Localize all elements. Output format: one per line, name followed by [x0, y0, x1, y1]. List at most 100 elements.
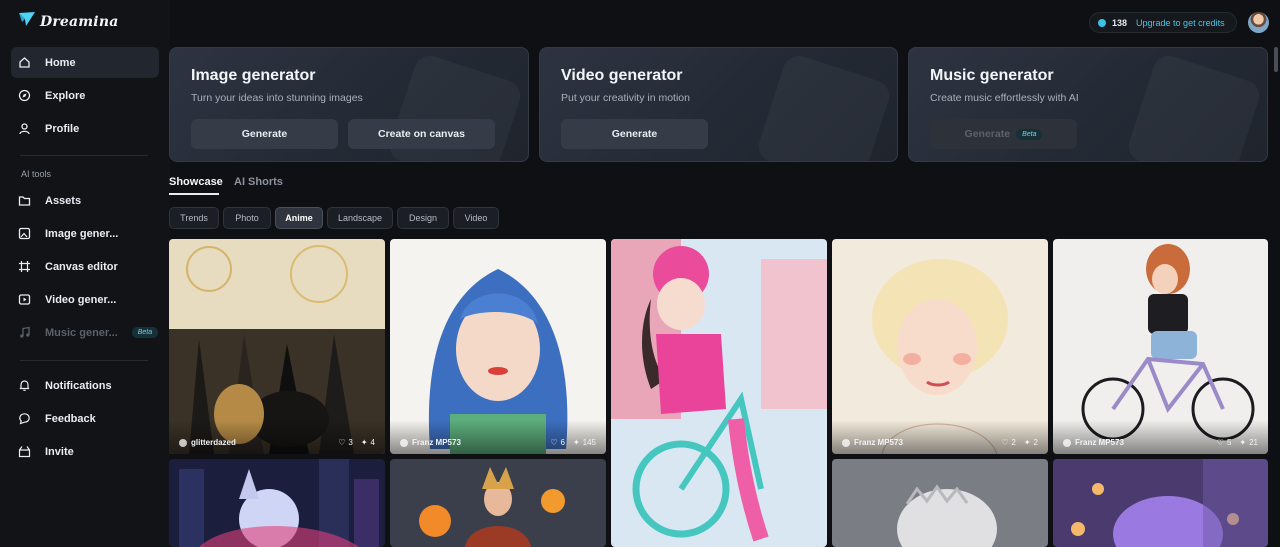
sidebar-item-label: Music gener...: [45, 326, 118, 339]
gallery-tile[interactable]: Franz MP573 ♡ 2 ✦ 2: [832, 239, 1048, 454]
credits-coin-icon: [1098, 18, 1106, 27]
likes-count: 6: [560, 438, 565, 447]
gallery-tile[interactable]: Franz MP573 ♡ 5 ✦ 21: [1053, 239, 1268, 454]
video-generate-button[interactable]: Generate: [561, 119, 708, 149]
tile-author[interactable]: Franz MP573: [842, 438, 903, 447]
sidebar-item-label: Canvas editor: [45, 260, 118, 273]
remixes-count: 145: [582, 438, 596, 447]
gallery-tile[interactable]: [611, 239, 827, 547]
remixes-count: 4: [370, 438, 375, 447]
likes-count: 3: [348, 438, 353, 447]
beta-badge: Beta: [1016, 128, 1043, 140]
card-subtitle: Put your creativity in motion: [561, 92, 690, 104]
active-tab-indicator: [169, 193, 219, 195]
user-icon: [18, 122, 31, 135]
beta-badge: Beta: [131, 327, 159, 338]
compass-icon: [18, 89, 31, 102]
sidebar-item-feedback[interactable]: Feedback: [11, 403, 159, 434]
author-avatar: [1063, 438, 1071, 447]
sidebar-item-label: Explore: [45, 89, 86, 102]
sidebar-item-assets[interactable]: Assets: [11, 185, 159, 216]
filter-landscape[interactable]: Landscape: [327, 207, 393, 229]
button-label: Generate: [964, 128, 1011, 140]
sidebar-item-label: Assets: [45, 194, 82, 207]
sidebar-item-music-generator[interactable]: Music gener... Beta: [11, 317, 159, 348]
filter-trends[interactable]: Trends: [169, 207, 219, 229]
sidebar-item-label: Profile: [45, 122, 80, 135]
tile-stats: ♡ 5 ✦ 21: [1217, 438, 1258, 447]
chat-icon: [18, 412, 31, 425]
likes[interactable]: ♡ 2: [1001, 438, 1016, 447]
gallery-tile[interactable]: [390, 459, 606, 547]
tile-image: [832, 459, 1048, 547]
sparkle-icon: ✦: [572, 438, 580, 447]
tile-author[interactable]: glitterdazed: [179, 438, 236, 447]
tile-author[interactable]: Franz MP573: [1063, 438, 1124, 447]
author-avatar: [400, 438, 408, 447]
music-generate-button[interactable]: Generate Beta: [930, 119, 1077, 149]
tile-image: [169, 459, 385, 547]
sidebar-item-label: Home: [45, 56, 76, 69]
author-name: Franz MP573: [412, 438, 461, 447]
sidebar-divider: [20, 155, 148, 156]
remixes[interactable]: ✦ 4: [361, 438, 375, 447]
gallery-tile[interactable]: glitterdazed ♡ 3 ✦ 4: [169, 239, 385, 454]
sidebar-item-label: Feedback: [45, 412, 96, 425]
tile-stats: ♡ 2 ✦ 2: [1001, 438, 1038, 447]
sidebar-item-video-generator[interactable]: Video gener...: [11, 284, 159, 315]
sidebar-item-explore[interactable]: Explore: [11, 80, 159, 111]
sidebar-item-image-generator[interactable]: Image gener...: [11, 218, 159, 249]
tile-author[interactable]: Franz MP573: [400, 438, 461, 447]
sidebar-item-home[interactable]: Home: [11, 47, 159, 78]
remixes-count: 2: [1033, 438, 1038, 447]
gallery-tile[interactable]: [832, 459, 1048, 547]
sidebar-item-label: Image gener...: [45, 227, 119, 240]
sparkle-icon: ✦: [1023, 438, 1031, 447]
create-on-canvas-button[interactable]: Create on canvas: [348, 119, 495, 149]
filter-video[interactable]: Video: [453, 207, 499, 229]
brand-name: Dreamina: [40, 13, 119, 30]
credits-count: 138: [1112, 17, 1128, 28]
filter-photo[interactable]: Photo: [223, 207, 271, 229]
tile-overlay: [390, 420, 606, 454]
gallery-tile[interactable]: Franz MP573 ♡ 6 ✦ 145: [390, 239, 606, 454]
sidebar: Dreamina Home Explore Profile AI tools A…: [0, 0, 170, 547]
remixes[interactable]: ✦ 145: [573, 438, 596, 447]
remixes[interactable]: ✦ 21: [1239, 438, 1258, 447]
sidebar-divider: [20, 360, 148, 361]
section-label-ai-tools: AI tools: [21, 169, 52, 179]
likes-count: 2: [1011, 438, 1016, 447]
card-subtitle: Turn your ideas into stunning images: [191, 92, 363, 104]
likes[interactable]: ♡ 3: [338, 438, 353, 447]
video-icon: [18, 293, 31, 306]
likes[interactable]: ♡ 5: [1217, 438, 1232, 447]
sidebar-item-invite[interactable]: Invite: [11, 436, 159, 467]
tile-image: [390, 459, 606, 547]
filter-anime[interactable]: Anime: [275, 207, 323, 229]
tab-ai-shorts[interactable]: AI Shorts: [234, 176, 283, 188]
avatar[interactable]: [1248, 12, 1269, 33]
credits-upgrade-button[interactable]: 138 Upgrade to get credits: [1089, 12, 1237, 33]
heart-icon: ♡: [1001, 438, 1009, 447]
scrollbar[interactable]: [1274, 47, 1278, 72]
sidebar-item-label: Video gener...: [45, 293, 117, 306]
sidebar-item-notifications[interactable]: Notifications: [11, 370, 159, 401]
remixes[interactable]: ✦ 2: [1024, 438, 1038, 447]
sidebar-item-label: Notifications: [45, 379, 112, 392]
sidebar-item-canvas-editor[interactable]: Canvas editor: [11, 251, 159, 282]
bell-icon: [18, 379, 31, 392]
card-title: Music generator: [930, 67, 1054, 84]
tile-stats: ♡ 3 ✦ 4: [338, 438, 375, 447]
canvas-icon: [18, 260, 31, 273]
likes[interactable]: ♡ 6: [550, 438, 565, 447]
card-title: Video generator: [561, 67, 683, 84]
filter-design[interactable]: Design: [397, 207, 449, 229]
tab-showcase[interactable]: Showcase: [169, 176, 223, 188]
gallery-tile[interactable]: [169, 459, 385, 547]
app-root: Dreamina Home Explore Profile AI tools A…: [0, 0, 1280, 547]
sidebar-item-profile[interactable]: Profile: [11, 113, 159, 144]
gallery-tile[interactable]: [1053, 459, 1268, 547]
video-generator-card: Video generator Put your creativity in m…: [539, 47, 898, 162]
image-generate-button[interactable]: Generate: [191, 119, 338, 149]
brand-logo[interactable]: Dreamina: [18, 11, 118, 32]
